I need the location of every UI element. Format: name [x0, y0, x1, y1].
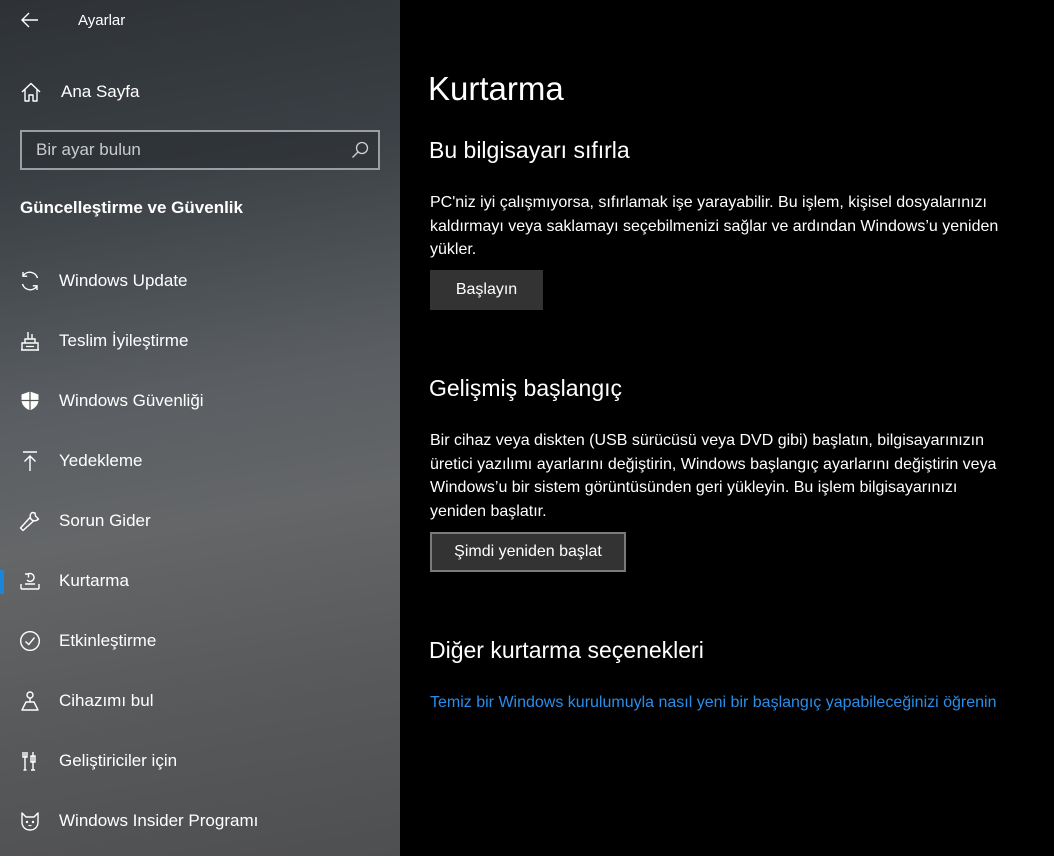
sidebar-item-label: Cihazımı bul [59, 691, 154, 710]
sidebar-item-label: Geliştiriciler için [59, 751, 178, 770]
sidebar-item-windows-security[interactable]: Windows Güvenliği [0, 372, 400, 432]
reset-pc-description: PC'niz iyi çalışmıyorsa, sıfırlamak işe … [430, 194, 999, 258]
more-recovery-options-heading: Diğer kurtarma seçenekleri [429, 637, 704, 663]
developer-tools-icon [22, 752, 36, 771]
title-bar: Ayarlar [0, 0, 400, 40]
sidebar-item-recovery[interactable]: Kurtarma [0, 552, 400, 612]
get-started-button[interactable]: Başlayın [430, 270, 543, 310]
backup-upload-icon [23, 451, 37, 471]
wrench-icon [19, 511, 40, 532]
insider-cat-icon [21, 812, 39, 831]
sidebar-nav: Windows Update Teslim İyileştirme Window… [0, 252, 400, 852]
sidebar-item-troubleshoot[interactable]: Sorun Gider [0, 492, 400, 552]
sidebar-item-label: Windows Güvenliği [59, 391, 204, 410]
sidebar-item-windows-update[interactable]: Windows Update [0, 252, 400, 312]
page-title: Kurtarma [428, 70, 564, 107]
app-title: Ayarlar [78, 12, 126, 29]
restart-now-button[interactable]: Şimdi yeniden başlat [430, 532, 626, 572]
sidebar-item-label: Windows Insider Programı [59, 811, 259, 830]
sidebar-item-activation[interactable]: Etkinleştirme [0, 612, 400, 672]
selection-indicator [0, 570, 4, 594]
check-circle-icon [19, 630, 41, 652]
sidebar-item-label: Windows Update [59, 271, 188, 290]
sidebar-item-for-developers[interactable]: Geliştiriciler için [0, 732, 400, 792]
sidebar-item-label: Etkinleştirme [59, 631, 157, 650]
sidebar-item-home[interactable]: Ana Sayfa [0, 72, 400, 112]
sidebar-item-delivery-optimization[interactable]: Teslim İyileştirme [0, 312, 400, 372]
sidebar-item-label: Sorun Gider [59, 511, 151, 530]
sidebar-item-windows-insider[interactable]: Windows Insider Programı [0, 792, 400, 852]
sidebar-item-label: Kurtarma [59, 571, 129, 590]
delivery-optimization-icon [21, 332, 39, 351]
shield-icon [21, 391, 39, 411]
sidebar-item-label: Teslim İyileştirme [59, 331, 189, 350]
advanced-startup-heading: Gelişmiş başlangıç [429, 375, 623, 401]
fresh-start-link[interactable]: Temiz bir Windows kurulumuyla nasıl yeni… [430, 691, 1010, 715]
advanced-startup-description: Bir cihaz veya diskten (USB sürücüsü vey… [430, 432, 997, 520]
sidebar-section-title: Güncelleştirme ve Güvenlik [20, 198, 243, 217]
search-icon[interactable] [351, 141, 369, 159]
home-icon [21, 82, 41, 102]
sync-icon [21, 271, 39, 291]
sidebar-item-label: Ana Sayfa [61, 82, 140, 101]
search-input[interactable] [22, 132, 342, 168]
back-arrow-icon [21, 12, 38, 28]
sidebar-item-backup[interactable]: Yedekleme [0, 432, 400, 492]
main-content: Kurtarma Bu bilgisayarı sıfırla PC'niz i… [400, 0, 1054, 856]
back-button[interactable] [14, 6, 46, 34]
sidebar-item-find-my-device[interactable]: Cihazımı bul [0, 672, 400, 732]
sidebar-item-label: Yedekleme [59, 451, 143, 470]
reset-pc-heading: Bu bilgisayarı sıfırla [429, 137, 630, 163]
search-box[interactable] [20, 130, 380, 170]
recovery-icon [20, 572, 40, 590]
sidebar: Ayarlar Ana Sayfa Güncelleştirme ve Güve… [0, 0, 400, 856]
find-device-icon [21, 691, 39, 711]
